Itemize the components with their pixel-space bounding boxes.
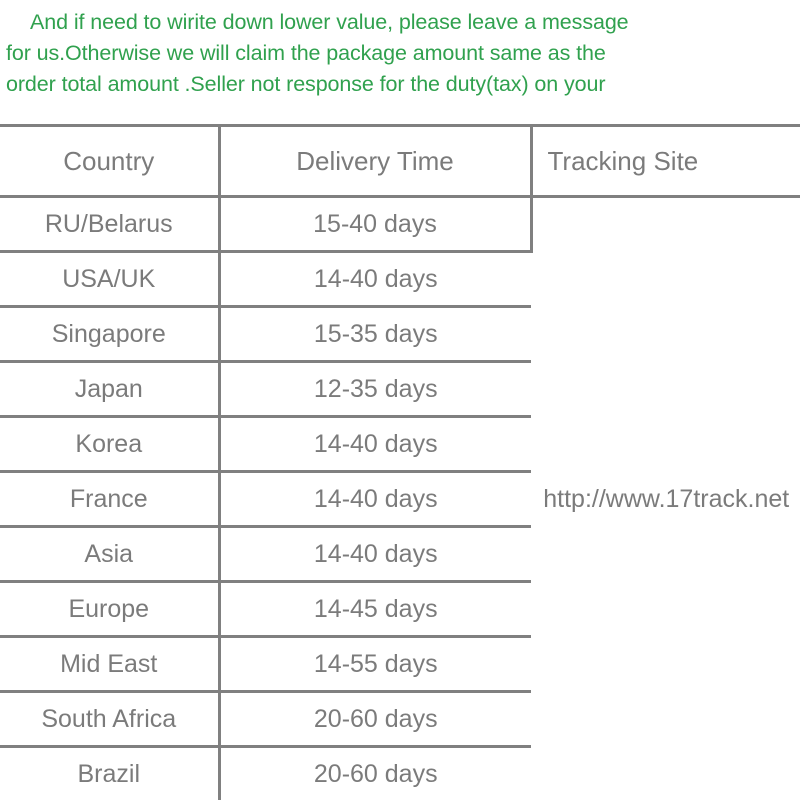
cell-country: Korea <box>0 416 221 473</box>
cell-delivery-time: 14-45 days <box>219 581 531 638</box>
column-header-tracking-site: Tracking Site <box>531 124 800 198</box>
column-header-country: Country <box>0 124 221 198</box>
cell-country: Europe <box>0 581 221 638</box>
cell-country: USA/UK <box>0 251 221 308</box>
cell-delivery-time: 14-40 days <box>219 526 531 583</box>
cell-delivery-time: 15-35 days <box>219 306 531 363</box>
cell-country: Asia <box>0 526 221 583</box>
table-header-row: Country Delivery Time Tracking Site <box>0 124 800 198</box>
cell-country: Brazil <box>0 746 221 800</box>
cell-country: France <box>0 471 221 528</box>
shipping-notice: And if need to wirite down lower value, … <box>0 0 800 124</box>
cell-country: Mid East <box>0 636 221 693</box>
cell-country: South Africa <box>0 691 221 748</box>
cell-country: Japan <box>0 361 221 418</box>
column-header-delivery-time: Delivery Time <box>219 124 533 198</box>
cell-delivery-time: 14-55 days <box>219 636 531 693</box>
cell-country: Singapore <box>0 306 221 363</box>
table-row: RU/Belarus 15-40 days http://www.17track… <box>0 196 800 800</box>
cell-delivery-time: 14-40 days <box>219 251 531 308</box>
shipping-info-page: And if need to wirite down lower value, … <box>0 0 800 800</box>
cell-delivery-time: 14-40 days <box>219 471 531 528</box>
table-body: RU/Belarus 15-40 days http://www.17track… <box>0 196 800 800</box>
notice-line-2: for us.Otherwise we will claim the packa… <box>6 41 606 65</box>
cell-delivery-time: 14-40 days <box>219 416 531 473</box>
cell-country: RU/Belarus <box>0 196 221 253</box>
cell-delivery-time: 15-40 days <box>219 196 533 253</box>
cell-tracking-site: http://www.17track.net <box>531 196 800 800</box>
tracking-site-url[interactable]: http://www.17track.net <box>543 485 789 513</box>
cell-delivery-time: 20-60 days <box>219 691 531 748</box>
notice-line-1: And if need to wirite down lower value, … <box>30 10 629 34</box>
cell-delivery-time: 12-35 days <box>219 361 531 418</box>
table-header: Country Delivery Time Tracking Site <box>0 124 800 198</box>
shipping-delivery-table: Country Delivery Time Tracking Site RU/B… <box>0 124 800 800</box>
notice-line-3: order total amount .Seller not response … <box>6 72 606 96</box>
cell-delivery-time: 20-60 days <box>219 746 531 800</box>
